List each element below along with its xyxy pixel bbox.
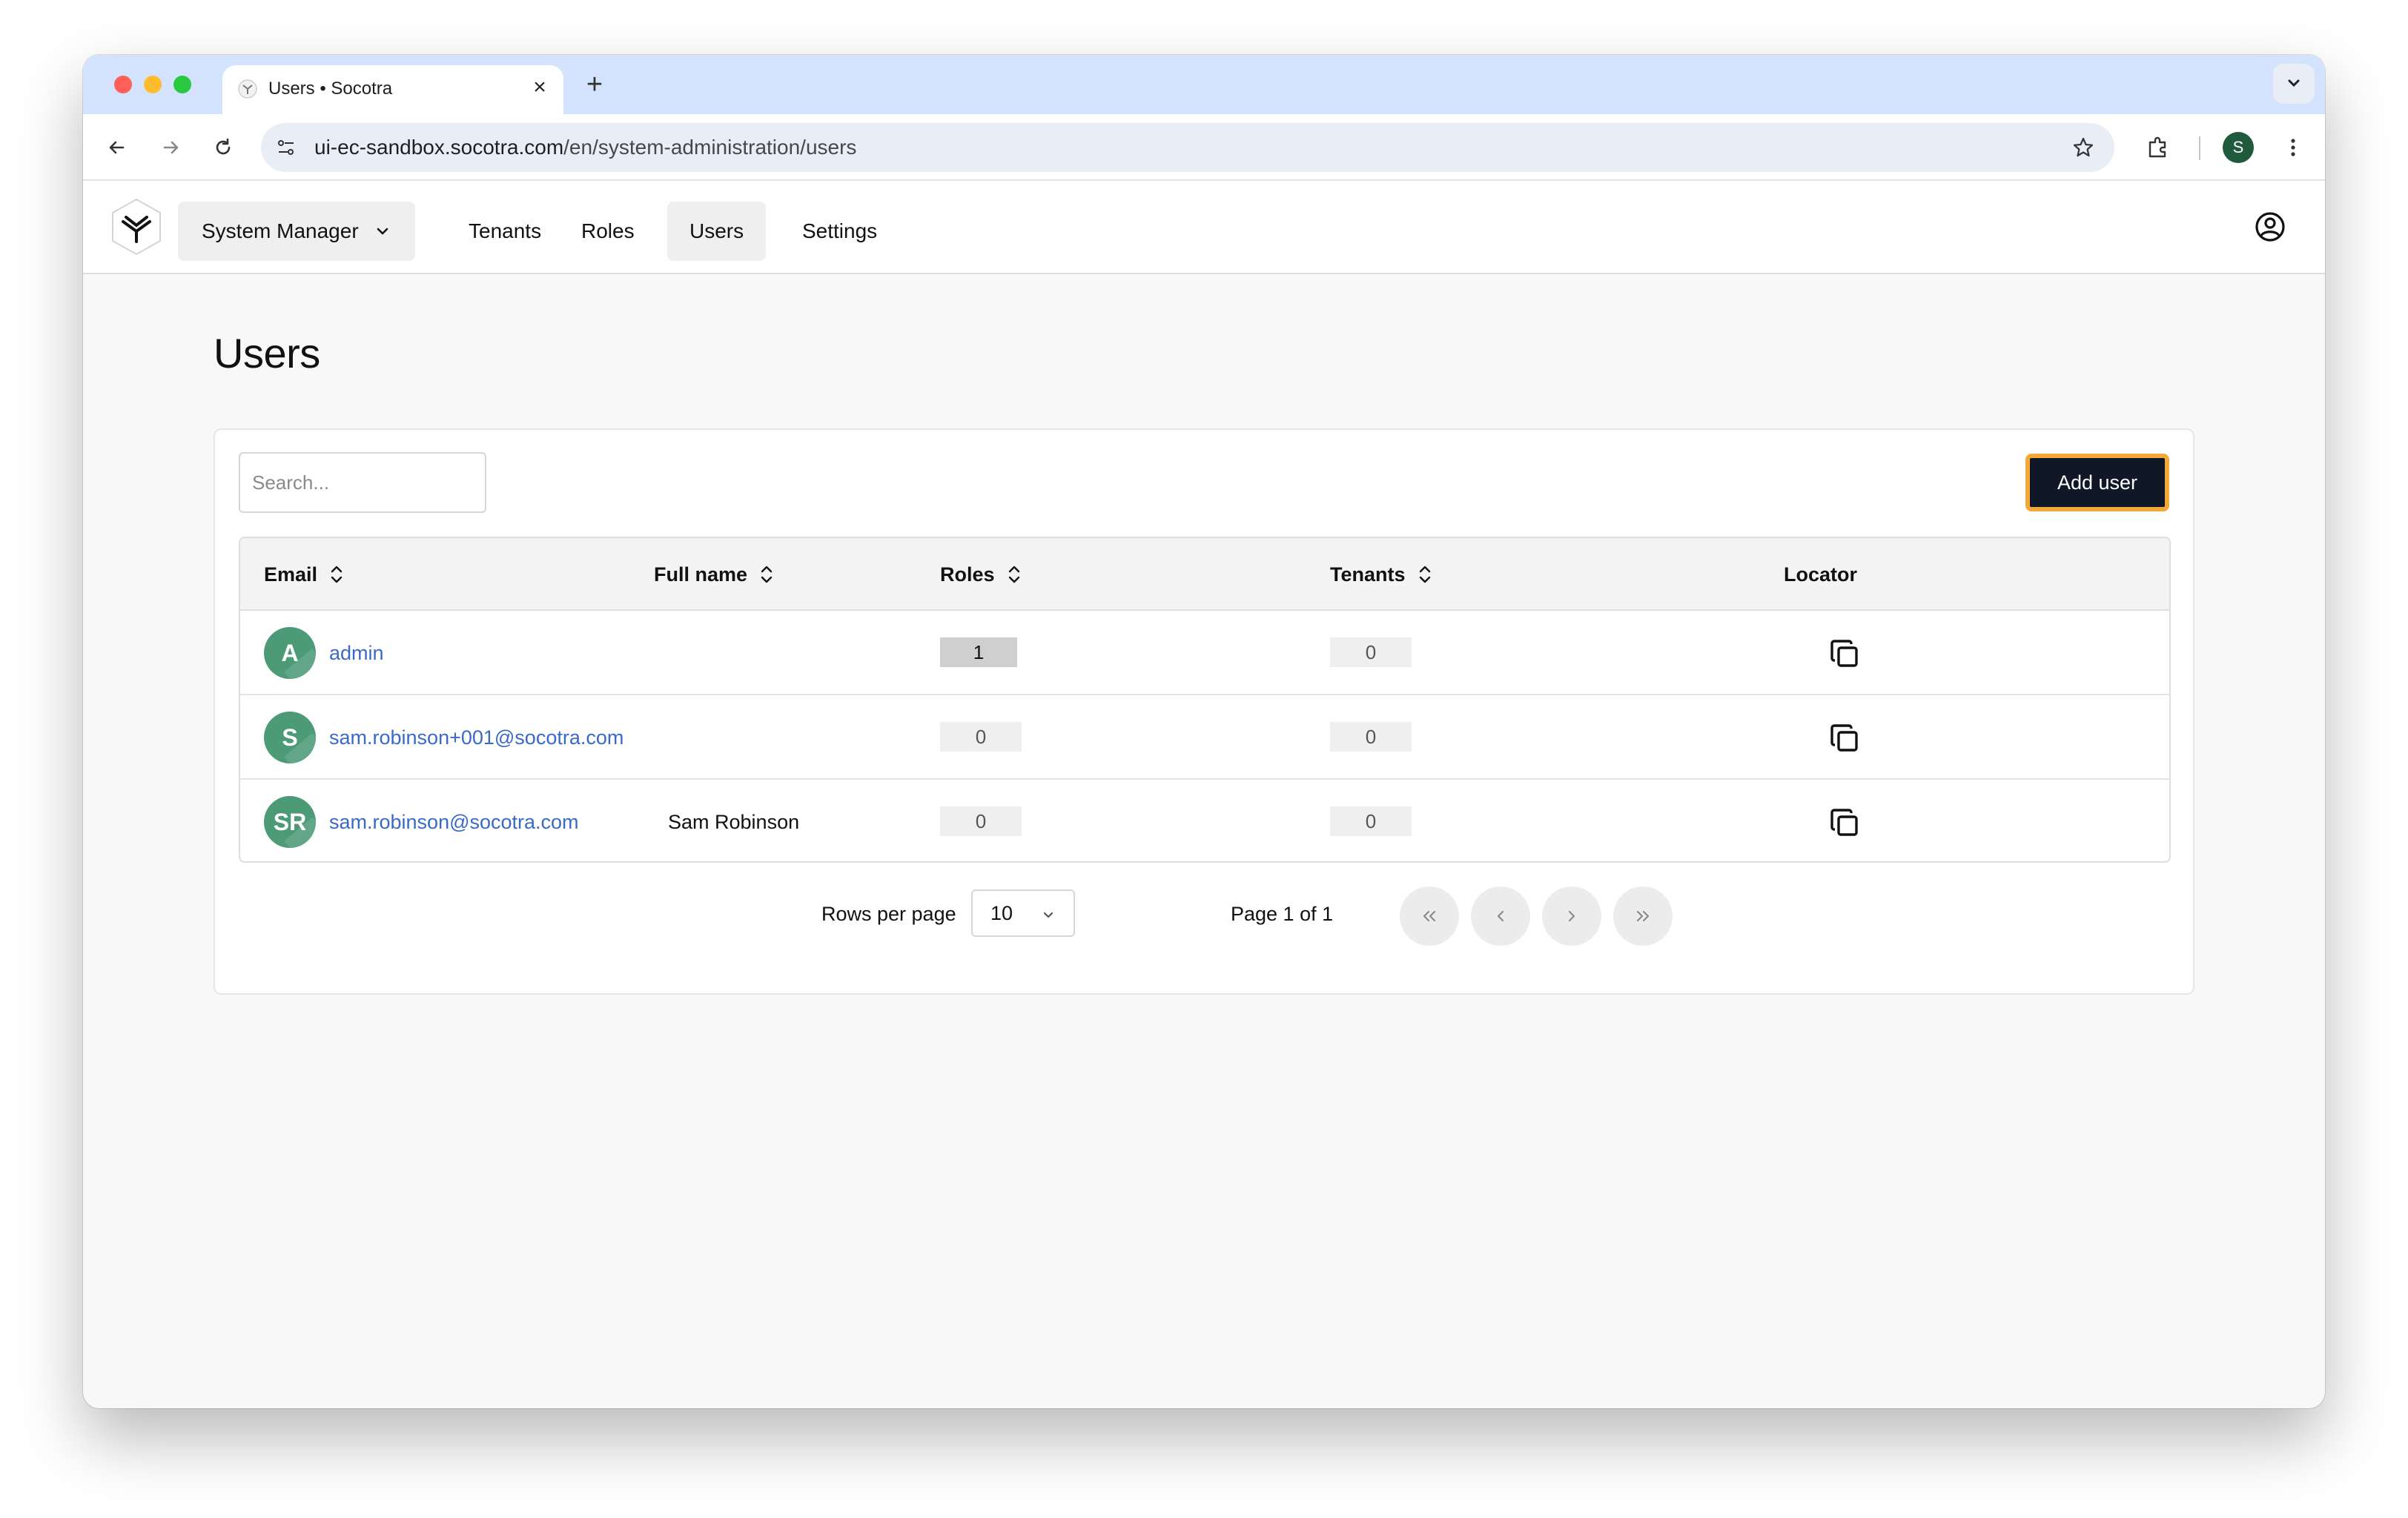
tenants-count-badge: 0 xyxy=(1330,806,1412,836)
chevron-right-icon xyxy=(1568,910,1575,922)
table-row: A admin 1 0 xyxy=(240,611,2169,695)
nav-users[interactable]: Users xyxy=(667,202,767,261)
user-account-icon[interactable] xyxy=(2254,211,2286,243)
reload-button[interactable] xyxy=(205,129,242,166)
profile-avatar[interactable]: S xyxy=(2223,132,2254,163)
socotra-favicon-icon xyxy=(238,79,257,99)
sort-icon xyxy=(331,566,343,583)
tab-strip: Users • Socotra × + xyxy=(83,55,2325,114)
site-settings-icon[interactable] xyxy=(274,136,298,159)
workspace-label: System Manager xyxy=(202,219,359,242)
column-label: Locator xyxy=(1784,563,1858,586)
bookmark-star-icon[interactable] xyxy=(2071,136,2095,159)
column-header-email[interactable]: Email xyxy=(264,538,344,611)
browser-menu-button[interactable] xyxy=(2275,129,2312,166)
column-label: Full name xyxy=(654,563,748,586)
column-header-full-name[interactable]: Full name xyxy=(654,538,774,611)
copy-icon[interactable] xyxy=(1827,636,1862,672)
roles-count-badge: 0 xyxy=(940,806,1022,836)
sort-icon xyxy=(761,566,773,583)
avatar: S xyxy=(264,712,316,763)
page-title: Users xyxy=(214,330,320,377)
last-page-button[interactable] xyxy=(1613,886,1673,946)
tab-title: Users • Socotra xyxy=(268,79,393,99)
tenants-count-badge: 0 xyxy=(1330,722,1412,752)
rows-per-page-value: 10 xyxy=(990,902,1013,924)
workspace-dropdown[interactable]: System Manager xyxy=(178,202,415,261)
url-path: /en/system-administration/users xyxy=(563,136,857,159)
page-info: Page 1 of 1 xyxy=(1231,903,1334,925)
search-input[interactable] xyxy=(239,452,486,513)
close-window-button[interactable] xyxy=(114,76,132,93)
back-button[interactable] xyxy=(98,129,135,166)
arrow-left-icon xyxy=(109,141,125,154)
chevrons-right-icon xyxy=(1636,910,1650,922)
arrow-right-icon xyxy=(163,141,179,154)
address-bar[interactable]: ui-ec-sandbox.socotra.com/en/system-admi… xyxy=(261,123,2114,172)
avatar: A xyxy=(264,627,316,679)
tenants-count-badge: 0 xyxy=(1330,637,1412,667)
column-label: Tenants xyxy=(1330,563,1406,586)
chevrons-left-icon xyxy=(1423,910,1436,922)
copy-icon[interactable] xyxy=(1827,720,1862,756)
extensions-button[interactable] xyxy=(2140,129,2177,166)
previous-page-button[interactable] xyxy=(1471,886,1530,946)
copy-icon[interactable] xyxy=(1827,805,1862,841)
chevron-down-icon xyxy=(1043,912,1054,918)
roles-count-badge: 0 xyxy=(940,722,1022,752)
minimize-window-button[interactable] xyxy=(144,76,162,93)
column-header-tenants[interactable]: Tenants xyxy=(1330,538,1432,611)
maximize-window-button[interactable] xyxy=(173,76,191,93)
nav-roles[interactable]: Roles xyxy=(559,202,657,261)
rows-per-page-select[interactable]: 10 xyxy=(971,889,1075,937)
users-table: Email Full name Roles Tenants Locator A … xyxy=(239,537,2171,863)
column-header-roles[interactable]: Roles xyxy=(940,538,1022,611)
sort-icon xyxy=(1419,566,1430,583)
browser-toolbar: ui-ec-sandbox.socotra.com/en/system-admi… xyxy=(83,114,2325,181)
user-email-link[interactable]: sam.robinson+001@socotra.com xyxy=(329,695,624,780)
nav-settings[interactable]: Settings xyxy=(780,202,899,261)
avatar: SR xyxy=(264,796,316,848)
table-row: S sam.robinson+001@socotra.com 0 0 xyxy=(240,695,2169,780)
more-vertical-icon xyxy=(2291,139,2295,156)
table-header: Email Full name Roles Tenants Locator xyxy=(240,538,2169,611)
chevron-down-icon xyxy=(2288,79,2300,87)
users-card: Add user Email Full name Roles Tenants xyxy=(214,428,2194,995)
url-text: ui-ec-sandbox.socotra.com/en/system-admi… xyxy=(314,136,856,159)
browser-tab[interactable]: Users • Socotra × xyxy=(222,65,563,114)
reload-icon xyxy=(216,138,231,155)
toolbar-separator xyxy=(2199,136,2200,160)
tab-search-button[interactable] xyxy=(2273,64,2315,104)
forward-button[interactable] xyxy=(153,129,190,166)
puzzle-icon xyxy=(2149,136,2166,158)
nav-tenants[interactable]: Tenants xyxy=(446,202,563,261)
user-email-link[interactable]: admin xyxy=(329,611,384,695)
chevron-down-icon xyxy=(377,228,388,235)
app-header: System Manager Tenants Roles Users Setti… xyxy=(83,181,2325,274)
chevron-left-icon xyxy=(1497,910,1504,922)
browser-window: Users • Socotra × + ui-ec-sandbox.socotr… xyxy=(83,55,2325,1408)
column-label: Roles xyxy=(940,563,995,586)
user-full-name: Sam Robinson xyxy=(668,811,800,833)
first-page-button[interactable] xyxy=(1400,886,1459,946)
column-header-locator: Locator xyxy=(1784,538,1857,611)
add-user-button[interactable]: Add user xyxy=(2025,454,2169,511)
table-row: SR sam.robinson@socotra.com Sam Robinson… xyxy=(240,780,2169,861)
roles-count-badge: 1 xyxy=(940,637,1017,667)
url-host: ui-ec-sandbox.socotra.com xyxy=(314,136,564,159)
sort-icon xyxy=(1008,566,1019,583)
column-label: Email xyxy=(264,563,318,586)
socotra-logo-icon[interactable] xyxy=(110,197,163,256)
tab-close-icon[interactable]: × xyxy=(526,74,553,101)
rows-per-page-label: Rows per page xyxy=(821,903,956,925)
user-email-link[interactable]: sam.robinson@socotra.com xyxy=(329,780,579,861)
next-page-button[interactable] xyxy=(1542,886,1601,946)
new-tab-button[interactable]: + xyxy=(578,68,611,101)
